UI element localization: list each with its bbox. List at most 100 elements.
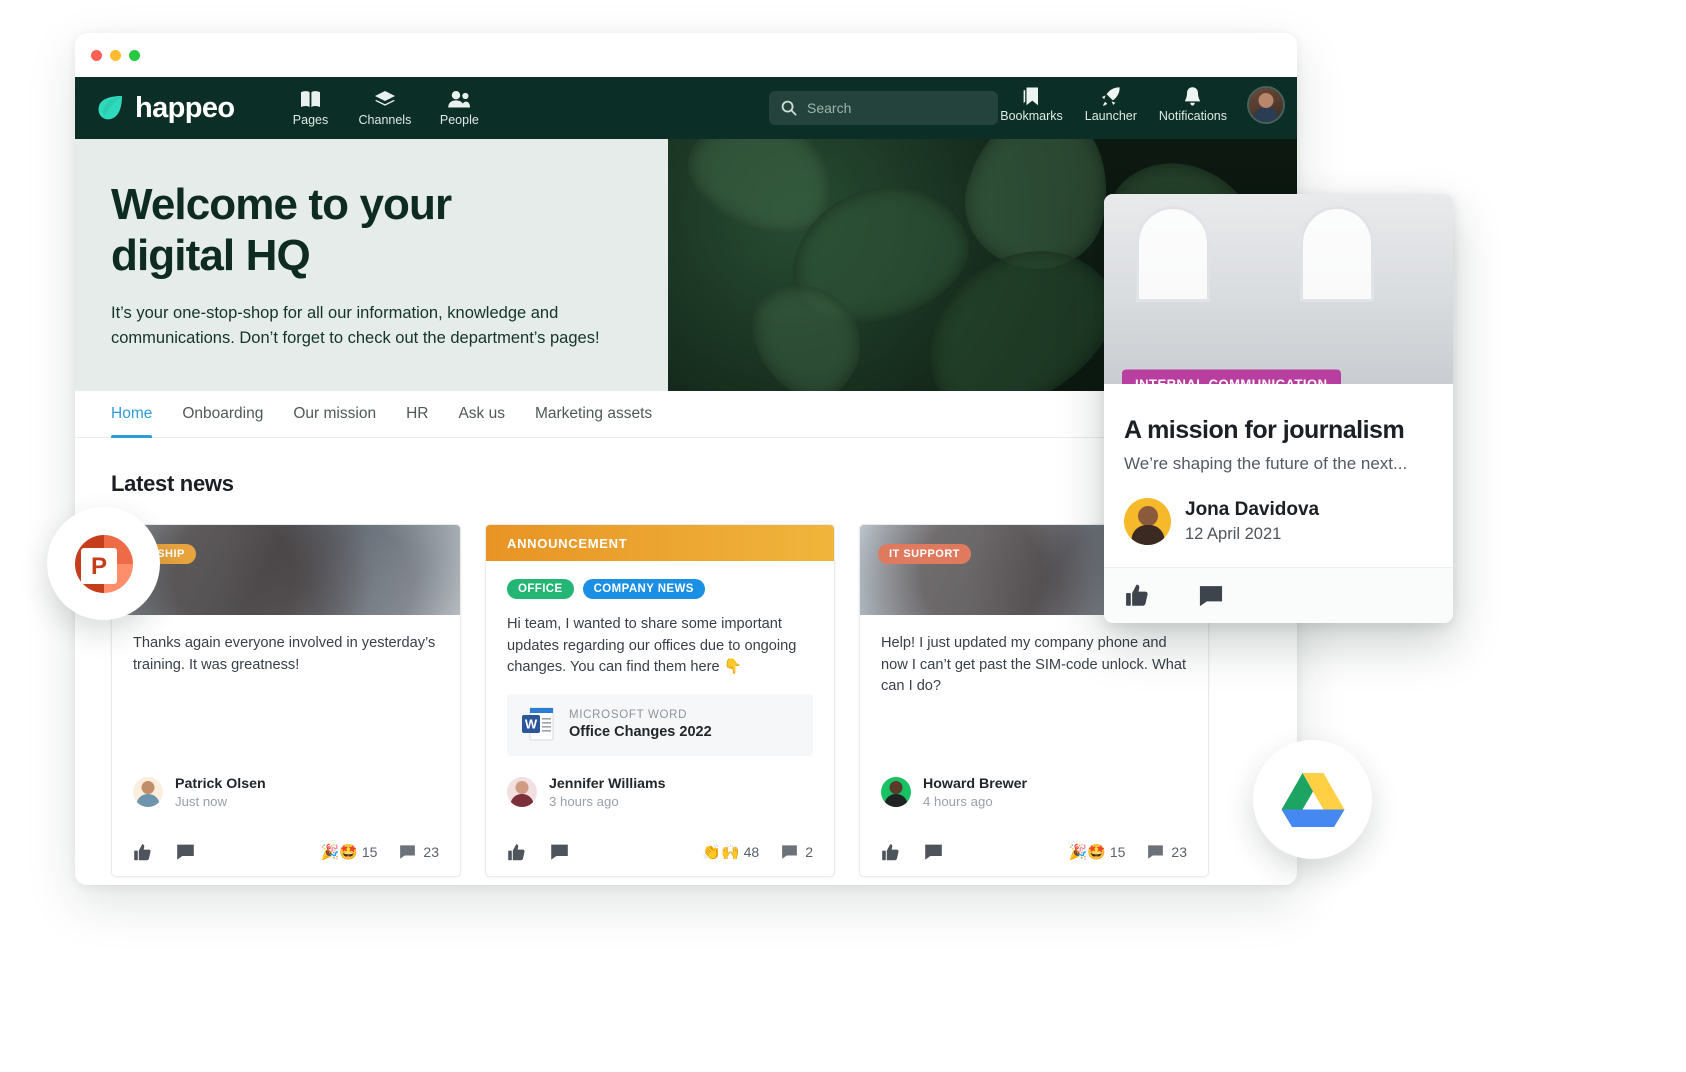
- post-title: A mission for journalism: [1124, 416, 1405, 444]
- section-title: Latest news: [111, 471, 234, 496]
- comment-icon: [781, 844, 798, 860]
- card-body: Thanks again everyone involved in yester…: [112, 615, 460, 756]
- comment-icon: [1147, 844, 1164, 860]
- hero-description-line-1: It’s your one-stop-shop for all our info…: [111, 304, 559, 323]
- avatar[interactable]: [1249, 88, 1283, 122]
- tag-office[interactable]: OFFICE: [507, 579, 574, 599]
- brand-name: happeo: [135, 91, 235, 124]
- comment-icon[interactable]: [924, 843, 943, 861]
- people-icon: [447, 90, 471, 110]
- comment-count[interactable]: 2: [781, 844, 813, 860]
- card-body: OFFICE COMPANY NEWS Hi team, I wanted to…: [486, 561, 834, 756]
- card-text: Help! I just updated my company phone an…: [881, 635, 1187, 695]
- bookmark-icon: [1022, 86, 1042, 106]
- news-card[interactable]: LEADERSHIP Thanks again everyone involve…: [111, 524, 461, 877]
- nav-item-launcher[interactable]: Launcher: [1085, 86, 1137, 123]
- card-author: Patrick Olsen Just now: [112, 756, 460, 809]
- svg-text:W: W: [525, 716, 538, 731]
- layers-icon: [374, 90, 396, 110]
- powerpoint-icon: P: [71, 531, 137, 597]
- minimize-window-button[interactable]: [110, 49, 121, 61]
- search-bar[interactable]: [769, 91, 998, 125]
- featured-post-card[interactable]: INTERNAL COMMUNICATION A mission for jou…: [1104, 194, 1453, 623]
- reaction-count[interactable]: 🎉🤩 15: [320, 843, 377, 861]
- tab-label: Our mission: [293, 405, 377, 422]
- nav-item-label: Pages: [292, 112, 329, 127]
- attachment-name: Office Changes 2022: [569, 724, 712, 741]
- nav-item-pages[interactable]: Pages: [289, 90, 333, 127]
- post-body: A mission for journalism We’re shaping t…: [1104, 384, 1453, 474]
- card-text: Thanks again everyone involved in yester…: [133, 635, 436, 673]
- thumbs-up-icon[interactable]: [1124, 583, 1150, 608]
- card-text: Hi team, I wanted to share some importan…: [507, 616, 797, 676]
- reaction-count[interactable]: 👏🙌 48: [702, 843, 759, 861]
- thumbs-up-icon[interactable]: [133, 843, 152, 862]
- nav-item-label: Channels: [358, 112, 412, 127]
- tag-company-news[interactable]: COMPANY NEWS: [582, 579, 705, 599]
- google-drive-icon: [1281, 771, 1345, 829]
- nav-item-channels[interactable]: Channels: [358, 90, 412, 127]
- nav-item-label: People: [439, 112, 479, 127]
- card-body: Help! I just updated my company phone an…: [860, 615, 1208, 756]
- tab-hr[interactable]: HR: [406, 391, 428, 438]
- reaction-count[interactable]: 🎉🤩 15: [1068, 843, 1125, 861]
- bell-icon: [1183, 86, 1202, 106]
- maximize-window-button[interactable]: [129, 49, 140, 61]
- card-banner-label: ANNOUNCEMENT: [507, 535, 628, 551]
- author-name: Patrick Olsen: [175, 775, 266, 792]
- author-name: Jennifer Williams: [549, 775, 666, 792]
- news-card[interactable]: ANNOUNCEMENT OFFICE COMPANY NEWS Hi team…: [485, 524, 835, 877]
- happeo-leaf-logo-icon: [95, 93, 125, 123]
- nav-item-bookmarks[interactable]: Bookmarks: [1000, 86, 1063, 123]
- avatar: [507, 777, 537, 808]
- hero-title-line-1: Welcome to your: [111, 180, 452, 229]
- primary-nav-items: Pages Channels People: [289, 90, 482, 127]
- reaction-number: 15: [361, 844, 378, 861]
- hero-title-line-2: digital HQ: [111, 231, 311, 281]
- comment-icon[interactable]: [1198, 584, 1224, 608]
- comment-icon[interactable]: [550, 843, 569, 861]
- reaction-emojis: 🎉🤩: [1068, 844, 1106, 862]
- reaction-emojis: 🎉🤩: [320, 844, 358, 862]
- powerpoint-app-bubble[interactable]: P: [47, 507, 160, 620]
- tab-label: Home: [111, 405, 153, 422]
- reaction-emojis: 👏🙌: [702, 844, 740, 862]
- card-footer: 🎉🤩 15 23: [112, 831, 460, 876]
- post-subtitle: We’re shaping the future of the next...: [1124, 454, 1408, 473]
- screenshot-stage: happeo Pages Channels People Search Book…: [0, 0, 1686, 1072]
- hero-description: It’s your one-stop-shop for all our info…: [111, 301, 651, 351]
- tab-ask-us[interactable]: Ask us: [458, 391, 505, 438]
- post-actions: [1104, 567, 1453, 623]
- card-banner: ANNOUNCEMENT: [486, 525, 834, 561]
- tab-label: HR: [406, 405, 429, 422]
- svg-text:P: P: [90, 553, 106, 580]
- search-input[interactable]: [807, 100, 986, 116]
- window-titlebar: [75, 33, 1297, 77]
- nav-item-notifications[interactable]: Notifications: [1159, 86, 1227, 123]
- nav-item-people[interactable]: People: [437, 90, 481, 127]
- reaction-number: 15: [1109, 844, 1126, 861]
- comment-count[interactable]: 23: [399, 844, 439, 860]
- tab-onboarding[interactable]: Onboarding: [182, 391, 263, 438]
- comment-number: 23: [1171, 844, 1187, 861]
- tab-label: Marketing assets: [534, 405, 653, 422]
- top-navigation-bar: happeo Pages Channels People Search Book…: [75, 77, 1297, 139]
- book-icon: [300, 90, 321, 110]
- author-date: 12 April 2021: [1185, 525, 1282, 543]
- thumbs-up-icon[interactable]: [881, 843, 900, 862]
- tab-marketing-assets[interactable]: Marketing assets: [535, 391, 652, 438]
- nav-item-label: Notifications: [1158, 109, 1227, 123]
- card-footer: 🎉🤩 15 23: [860, 831, 1208, 876]
- thumbs-up-icon[interactable]: [507, 843, 526, 862]
- google-drive-app-bubble[interactable]: [1253, 740, 1372, 859]
- comment-number: 23: [423, 844, 439, 861]
- brand-logo[interactable]: happeo: [95, 93, 235, 123]
- comment-icon[interactable]: [176, 843, 195, 861]
- status-badge: INTERNAL COMMUNICATION: [1122, 369, 1341, 384]
- tab-our-mission[interactable]: Our mission: [293, 391, 376, 438]
- tab-home[interactable]: Home: [111, 391, 153, 438]
- card-image: LEADERSHIP: [112, 525, 460, 615]
- close-window-button[interactable]: [91, 49, 102, 61]
- attachment-item[interactable]: W MICROSOFT WORD Office Changes 2022: [507, 693, 813, 756]
- comment-count[interactable]: 23: [1147, 844, 1187, 860]
